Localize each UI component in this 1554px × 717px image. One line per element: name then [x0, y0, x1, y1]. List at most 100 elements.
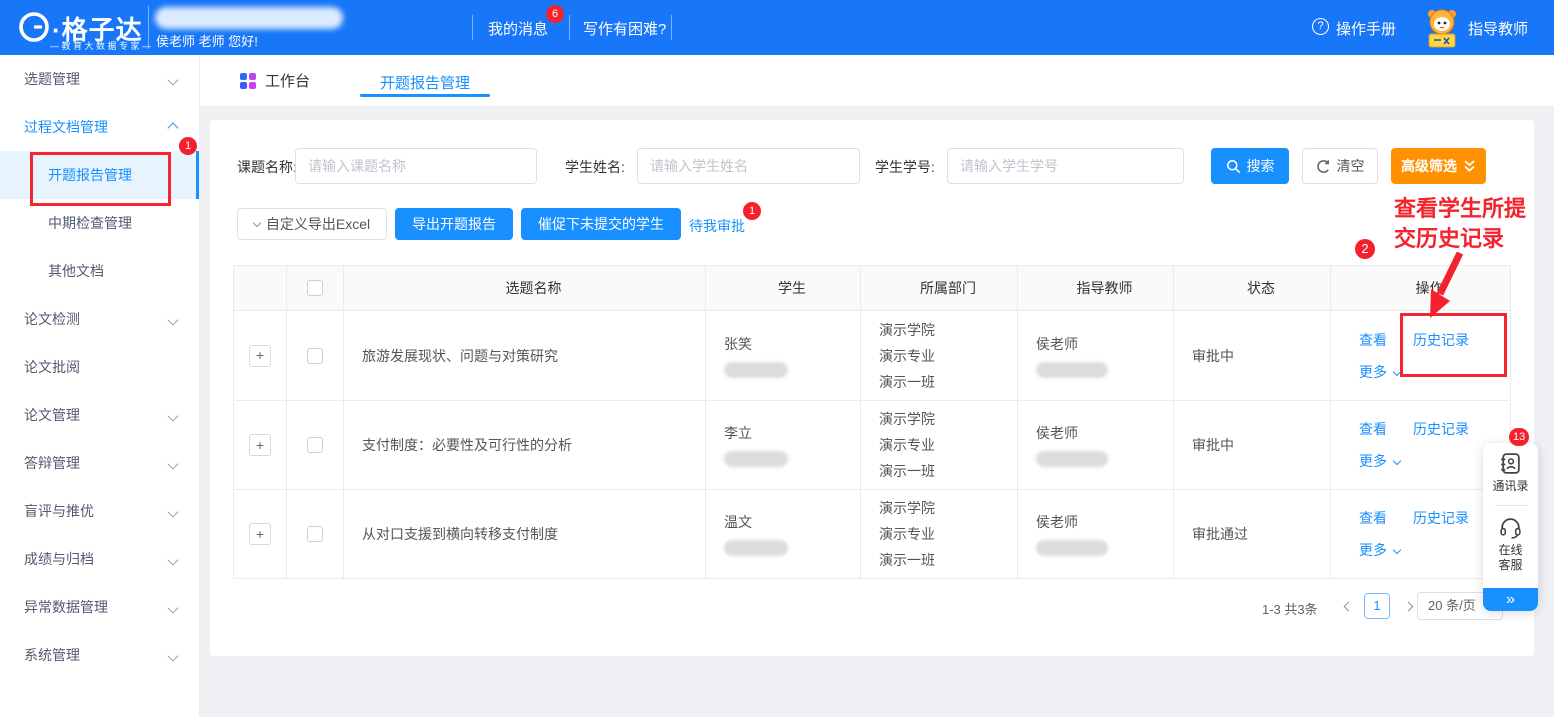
student-cell: 温文: [706, 490, 861, 579]
pagination-prev-button[interactable]: [1338, 593, 1358, 619]
search-button[interactable]: 搜索: [1211, 148, 1289, 184]
sidebar-item-paper-detection[interactable]: 论文检测: [0, 295, 199, 343]
student-name-input[interactable]: [637, 148, 860, 184]
pagination-next-button[interactable]: [1398, 593, 1418, 619]
advisor-cell: 侯老师: [1018, 401, 1174, 490]
tutorial-arrow: [1410, 252, 1470, 326]
help-question-icon: ?: [1312, 18, 1329, 35]
row-checkbox[interactable]: [307, 526, 323, 542]
view-link[interactable]: 查看: [1359, 330, 1387, 350]
advisor-redacted: [1036, 540, 1108, 556]
header-divider: [472, 15, 473, 40]
my-messages-link[interactable]: 我的消息: [488, 18, 548, 39]
sidebar-item-paper-management[interactable]: 论文管理: [0, 391, 199, 439]
dept-major: 演示专业: [879, 521, 935, 547]
sidebar-item-defense-management[interactable]: 答辩管理: [0, 439, 199, 487]
dept-class: 演示一班: [879, 369, 935, 395]
advisor-name: 侯老师: [1036, 334, 1078, 354]
process-doc-badge: 1: [179, 137, 197, 155]
app-window: ·格子达 — 教 育 大 数 据 专 家 — 侯老师 老师 您好! 我的消息 6…: [0, 0, 1554, 717]
col-status: 状态: [1174, 266, 1331, 311]
mascot-icon: [1422, 6, 1462, 50]
export-excel-label: 自定义导出Excel: [266, 214, 370, 234]
pending-approval-link[interactable]: 待我审批: [689, 216, 745, 236]
topic-cell: 支付制度：必要性及可行性的分析: [344, 401, 706, 490]
sidebar-item-grades-archive[interactable]: 成绩与归档: [0, 535, 199, 583]
tutorial-note: 查看学生所提 交历史记录: [1394, 194, 1526, 254]
chevron-down-icon: [169, 503, 177, 519]
pagination-page-1[interactable]: 1: [1364, 593, 1390, 619]
chevron-down-icon: [169, 647, 177, 663]
chevron-down-icon: [169, 311, 177, 327]
dept-college: 演示学院: [879, 406, 935, 432]
sidebar-item-abnormal-data[interactable]: 异常数据管理: [0, 583, 199, 631]
tutorial-highlight-menu-box: [30, 152, 171, 206]
select-all-checkbox[interactable]: [307, 280, 323, 296]
menu-label: 异常数据管理: [24, 597, 108, 617]
refresh-icon: [1316, 159, 1331, 174]
header-divider: [148, 6, 149, 49]
student-id-redacted: [724, 451, 788, 467]
view-link[interactable]: 查看: [1359, 508, 1387, 528]
more-link[interactable]: 更多: [1359, 540, 1387, 560]
search-icon: [1226, 159, 1241, 174]
tab-opening-report-management[interactable]: 开题报告管理: [360, 72, 490, 93]
tab-workbench[interactable]: 工作台: [240, 70, 310, 91]
dept-major: 演示专业: [879, 343, 935, 369]
sidebar-item-blind-review[interactable]: 盲评与推优: [0, 487, 199, 535]
writing-help-link[interactable]: 写作有困难?: [583, 18, 666, 39]
col-advisor: 指导教师: [1018, 266, 1174, 311]
urge-students-button[interactable]: 催促下未提交的学生: [521, 208, 681, 240]
sidebar-item-topic-management[interactable]: 选题管理: [0, 55, 199, 103]
dept-class: 演示一班: [879, 547, 935, 573]
panel-collapse-button[interactable]: »: [1483, 588, 1538, 611]
advisor-cell: 侯老师: [1018, 311, 1174, 401]
clear-button[interactable]: 清空: [1302, 148, 1378, 184]
expand-row-button[interactable]: +: [249, 523, 271, 545]
view-link[interactable]: 查看: [1359, 419, 1387, 439]
custom-export-excel-button[interactable]: 自定义导出Excel: [237, 208, 387, 240]
export-report-button[interactable]: 导出开题报告: [395, 208, 513, 240]
history-link[interactable]: 历史记录: [1413, 508, 1469, 528]
page-size-value: 20 条/页: [1428, 598, 1476, 613]
sidebar-item-system-management[interactable]: 系统管理: [0, 631, 199, 679]
sidebar-item-process-doc-management[interactable]: 过程文档管理: [0, 103, 199, 151]
sidebar-item-paper-review[interactable]: 论文批阅: [0, 343, 199, 391]
expand-row-button[interactable]: +: [249, 434, 271, 456]
student-id-redacted: [724, 540, 788, 556]
advisor-cell: 侯老师: [1018, 490, 1174, 579]
customer-service-icon[interactable]: [1498, 515, 1523, 540]
dept-class: 演示一班: [879, 458, 935, 484]
pagination-summary: 1-3 共3条: [1262, 599, 1318, 618]
tab-bar: 工作台 开题报告管理: [200, 55, 1554, 107]
status-cell: 审批中: [1174, 401, 1331, 490]
more-link[interactable]: 更多: [1359, 362, 1387, 382]
row-checkbox[interactable]: [307, 437, 323, 453]
manual-link[interactable]: 操作手册: [1336, 18, 1396, 39]
history-link[interactable]: 历史记录: [1413, 419, 1469, 439]
student-id-input[interactable]: [947, 148, 1184, 184]
contacts-icon[interactable]: [1498, 451, 1523, 476]
menu-label: 盲评与推优: [24, 501, 94, 521]
menu-label: 中期检查管理: [48, 213, 132, 233]
menu-label: 成绩与归档: [24, 549, 94, 569]
active-tab-underline: [360, 94, 490, 97]
topic-name-input[interactable]: [295, 148, 537, 184]
sidebar-item-midterm-check-management[interactable]: 中期检查管理: [0, 199, 199, 247]
menu-label: 论文批阅: [24, 357, 80, 377]
sidebar-item-other-docs[interactable]: 其他文档: [0, 247, 199, 295]
contacts-label[interactable]: 通讯录: [1491, 479, 1531, 494]
advanced-filter-button[interactable]: 高级筛选: [1391, 148, 1486, 184]
tutorial-note-line2: 交历史记录: [1394, 224, 1526, 254]
search-button-label: 搜索: [1247, 156, 1275, 176]
customer-service-label[interactable]: 在线客服: [1497, 543, 1525, 573]
top-header: ·格子达 — 教 育 大 数 据 专 家 — 侯老师 老师 您好! 我的消息 6…: [0, 0, 1554, 55]
panel-divider: [1495, 505, 1527, 506]
menu-label: 系统管理: [24, 645, 80, 665]
expand-row-button[interactable]: +: [249, 345, 271, 367]
row-checkbox[interactable]: [307, 348, 323, 364]
more-link[interactable]: 更多: [1359, 451, 1387, 471]
col-department: 所属部门: [861, 266, 1018, 311]
header-divider: [671, 15, 672, 40]
student-id-redacted: [724, 362, 788, 378]
